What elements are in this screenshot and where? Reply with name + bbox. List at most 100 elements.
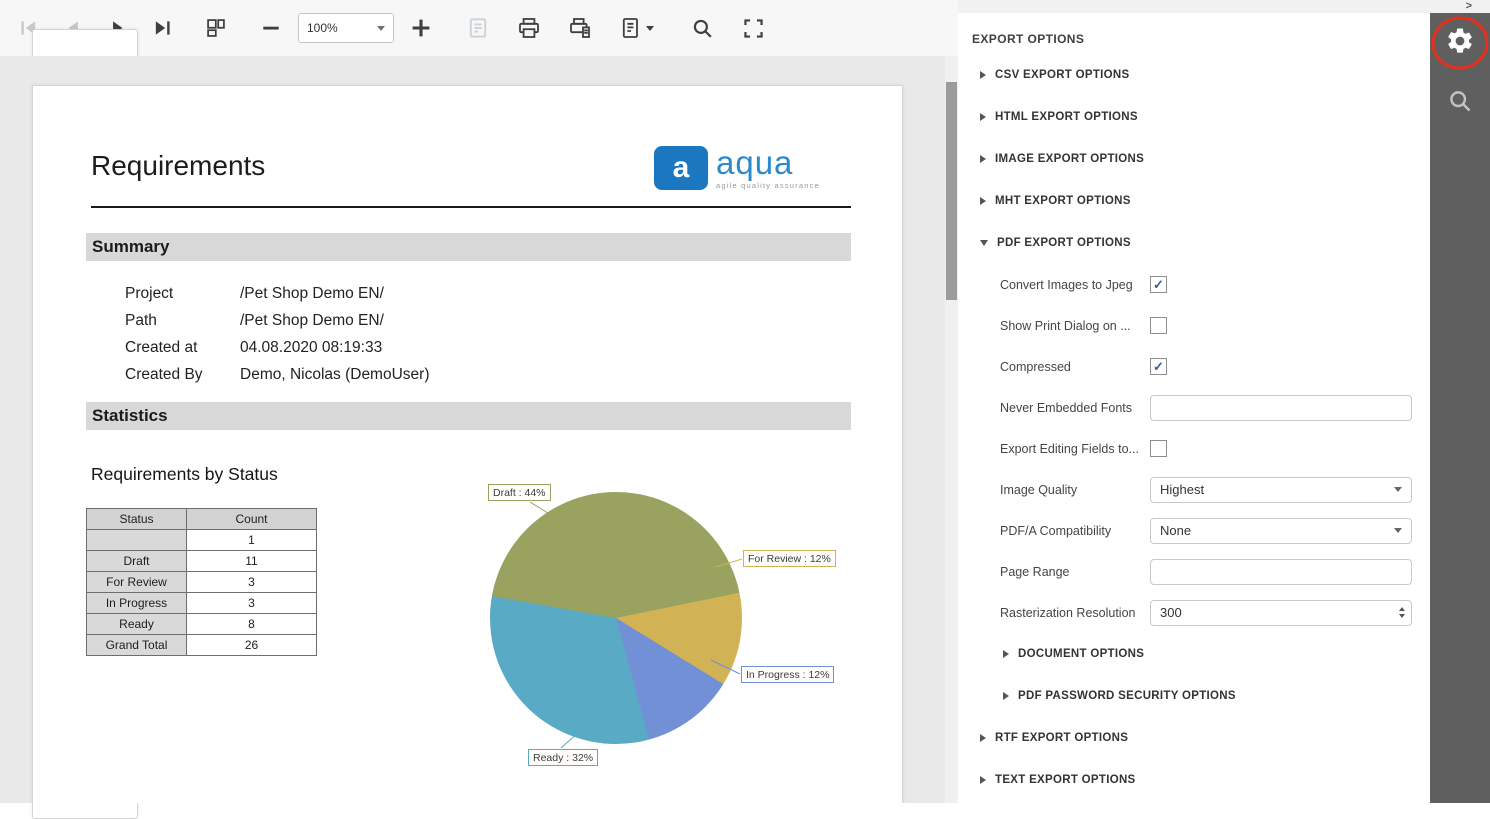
plus-icon <box>409 16 433 40</box>
table-row: Grand Total 26 <box>87 635 317 656</box>
convert-images-to-jpeg-checkbox[interactable] <box>1150 276 1167 293</box>
section-label: PDF EXPORT OPTIONS <box>997 237 1131 249</box>
section-image-export-options[interactable]: IMAGE EXPORT OPTIONS <box>958 138 1430 180</box>
show-print-dialog-checkbox[interactable] <box>1150 317 1167 334</box>
spin-down-icon[interactable] <box>1399 614 1405 618</box>
section-label: DOCUMENT OPTIONS <box>1018 648 1144 660</box>
pie-label-for-review: For Review : 12% <box>743 550 836 567</box>
section-rtf-export-options[interactable]: RTF EXPORT OPTIONS <box>958 717 1430 759</box>
aqua-logo-mark-icon: a <box>654 146 708 190</box>
expand-arrow-icon <box>1003 650 1009 658</box>
rasterization-resolution-spinner[interactable]: 300 <box>1150 600 1412 626</box>
field-label: Path <box>125 312 240 330</box>
section-label: RTF EXPORT OPTIONS <box>995 732 1128 744</box>
expand-arrow-icon <box>980 113 986 121</box>
export-document-icon <box>466 16 490 40</box>
search-icon <box>1447 88 1473 114</box>
section-mht-export-options[interactable]: MHT EXPORT OPTIONS <box>958 180 1430 222</box>
expand-arrow-icon <box>980 197 986 205</box>
field-label: Created By <box>125 366 240 384</box>
collapse-arrow-icon <box>980 240 988 246</box>
collapse-panel-arrow-icon[interactable]: > <box>1466 1 1472 12</box>
fullscreen-button[interactable] <box>735 10 771 46</box>
count-column-header: Count <box>187 509 317 530</box>
expand-arrow-icon <box>1003 692 1009 700</box>
section-label: IMAGE EXPORT OPTIONS <box>995 153 1144 165</box>
status-cell <box>87 530 187 551</box>
status-column-header: Status <box>87 509 187 530</box>
field-value: 04.08.2020 08:19:33 <box>240 339 382 357</box>
pdfa-compatibility-select[interactable]: None <box>1150 518 1412 544</box>
page-range-input[interactable] <box>1150 559 1412 585</box>
export-to-button[interactable] <box>613 10 659 46</box>
print-icon <box>517 16 541 40</box>
status-cell: Draft <box>87 551 187 572</box>
minus-icon <box>260 17 282 39</box>
gear-icon <box>1445 26 1475 56</box>
export-editing-fields-checkbox[interactable] <box>1150 440 1167 457</box>
status-cell: Grand Total <box>87 635 187 656</box>
zoom-out-button[interactable] <box>253 10 289 46</box>
section-pdf-export-options[interactable]: PDF EXPORT OPTIONS <box>958 222 1430 264</box>
print-page-button[interactable] <box>562 10 598 46</box>
section-label: PDF PASSWORD SECURITY OPTIONS <box>1018 690 1236 702</box>
count-cell: 11 <box>187 551 317 572</box>
multipage-view-button[interactable] <box>198 10 234 46</box>
search-button[interactable] <box>684 10 720 46</box>
spin-up-icon[interactable] <box>1399 607 1405 611</box>
zoom-selector[interactable]: 100% <box>298 13 394 43</box>
panel-top-strip: > <box>958 0 1490 13</box>
option-label: Compressed <box>1000 360 1150 374</box>
aqua-logo: a aqua agile quality assurance <box>654 146 820 190</box>
count-cell: 8 <box>187 614 317 635</box>
section-label: MHT EXPORT OPTIONS <box>995 195 1131 207</box>
count-cell: 1 <box>187 530 317 551</box>
title-rule <box>91 206 851 208</box>
option-label: Export Editing Fields to... <box>1000 442 1150 456</box>
summary-fields: Project /Pet Shop Demo EN/ Path /Pet Sho… <box>125 280 429 388</box>
settings-gear-button[interactable] <box>1430 15 1490 67</box>
document-scrollbar[interactable] <box>945 56 958 803</box>
statistics-section-header: Statistics <box>86 402 851 430</box>
fullscreen-icon <box>742 17 765 40</box>
image-quality-select[interactable]: Highest <box>1150 477 1412 503</box>
table-row: 1 <box>87 530 317 551</box>
section-html-export-options[interactable]: HTML EXPORT OPTIONS <box>958 96 1430 138</box>
select-value: Highest <box>1160 482 1204 497</box>
table-header-row: Status Count <box>87 509 317 530</box>
summary-row: Project /Pet Shop Demo EN/ <box>125 280 429 307</box>
section-csv-export-options[interactable]: CSV EXPORT OPTIONS <box>958 54 1430 96</box>
print-button[interactable] <box>511 10 547 46</box>
option-label: Page Range <box>1000 565 1150 579</box>
never-embedded-fonts-input[interactable] <box>1150 395 1412 421</box>
panel-title: EXPORT OPTIONS <box>958 32 1430 46</box>
count-cell: 3 <box>187 572 317 593</box>
logo-tagline: agile quality assurance <box>716 181 820 190</box>
field-label: Created at <box>125 339 240 357</box>
option-label: Convert Images to Jpeg <box>1000 278 1150 292</box>
print-page-icon <box>568 16 592 40</box>
section-document-options[interactable]: DOCUMENT OPTIONS <box>958 633 1430 675</box>
multipage-view-icon <box>205 17 227 39</box>
select-value: None <box>1160 523 1191 538</box>
option-label-text: Rasterization Resolution <box>1000 606 1136 620</box>
section-pdf-password-security-options[interactable]: PDF PASSWORD SECURITY OPTIONS <box>958 675 1430 717</box>
pie-label-draft: Draft : 44% <box>488 484 551 501</box>
scrollbar-thumb[interactable] <box>946 82 957 300</box>
section-label: HTML EXPORT OPTIONS <box>995 111 1138 123</box>
chevron-down-icon <box>1394 487 1402 492</box>
count-cell: 3 <box>187 593 317 614</box>
document-area: Requirements a aqua agile quality assura… <box>0 56 958 803</box>
field-value: /Pet Shop Demo EN/ <box>240 312 384 330</box>
field-value: Demo, Nicolas (DemoUser) <box>240 366 429 384</box>
compressed-checkbox[interactable] <box>1150 358 1167 375</box>
export-document-button[interactable] <box>460 10 496 46</box>
sidebar-search-button[interactable] <box>1430 75 1490 127</box>
logo-glyph: a <box>673 151 690 185</box>
option-row-export-editing-fields: Export Editing Fields to... <box>958 428 1430 469</box>
option-label: Never Embedded Fonts <box>1000 401 1150 415</box>
section-text-export-options[interactable]: TEXT EXPORT OPTIONS <box>958 759 1430 801</box>
chevron-down-icon <box>646 26 654 31</box>
zoom-in-button[interactable] <box>403 10 439 46</box>
last-page-button[interactable] <box>145 10 181 46</box>
